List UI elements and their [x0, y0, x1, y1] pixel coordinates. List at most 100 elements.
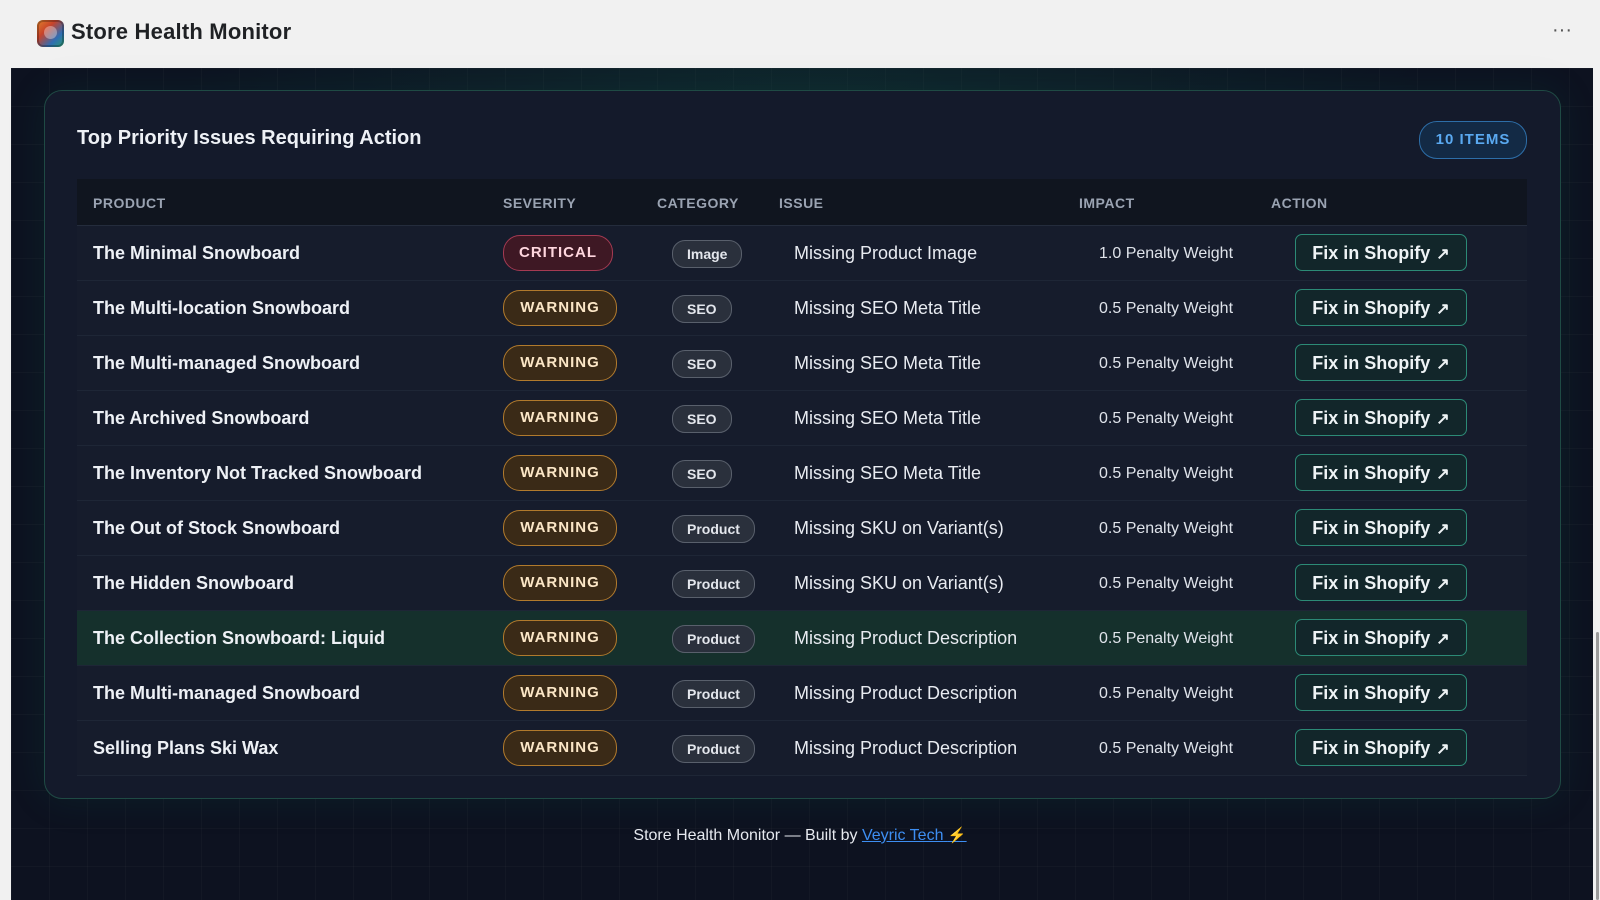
category-badge: Product [672, 625, 755, 653]
table-body: The Minimal Snowboard CRITICAL Image Missin… [77, 226, 1527, 776]
product-name: The Multi-managed Snowboard [93, 353, 361, 373]
header-impact: IMPACT [1079, 195, 1135, 211]
category-badge: SEO [672, 405, 732, 433]
issue-text: Missing SEO Meta Title [794, 353, 982, 373]
table-header: PRODUCT SEVERITY CATEGORY ISSUE IMPACT A… [77, 179, 1527, 226]
fix-in-shopify-button[interactable]: Fix in Shopify ↗ [1295, 399, 1467, 436]
category-badge: SEO [672, 350, 732, 378]
severity-badge: WARNING [503, 565, 617, 601]
product-name: The Hidden Snowboard [93, 573, 294, 593]
product-name: The Multi-location Snowboard [93, 298, 350, 318]
more-options-icon[interactable]: ··· [1548, 20, 1576, 46]
items-count-badge: 10 ITEMS [1419, 121, 1527, 159]
external-link-icon: ↗ [1436, 411, 1450, 428]
impact-text: 0.5 Penalty Weight [1099, 520, 1234, 537]
issue-text: Missing SEO Meta Title [794, 408, 982, 428]
impact-text: 0.5 Penalty Weight [1099, 410, 1234, 427]
table-row: Selling Plans Ski Wax WARNING Product Missi… [77, 721, 1527, 776]
impact-text: 0.5 Penalty Weight [1099, 465, 1234, 482]
severity-badge: WARNING [503, 510, 617, 546]
issue-text: Missing SKU on Variant(s) [794, 573, 1004, 593]
fix-button-label: Fix in Shopify [1312, 298, 1431, 318]
severity-badge: WARNING [503, 290, 617, 326]
issue-text: Missing SEO Meta Title [794, 463, 982, 483]
severity-badge: WARNING [503, 620, 617, 656]
issue-text: Missing Product Description [794, 628, 1018, 648]
footer: Store Health Monitor — Built by Veyric T… [0, 826, 1600, 845]
table-row: The Multi-managed Snowboard WARNING Produc… [77, 666, 1527, 721]
fix-in-shopify-button[interactable]: Fix in Shopify ↗ [1295, 289, 1467, 326]
severity-badge: WARNING [503, 345, 617, 381]
footer-link[interactable]: Veyric Tech ⚡ [862, 827, 967, 844]
fix-button-label: Fix in Shopify [1312, 408, 1431, 428]
category-badge: Product [672, 680, 755, 708]
fix-in-shopify-button[interactable]: Fix in Shopify ↗ [1295, 619, 1467, 656]
lightning-icon: ⚡ [947, 827, 967, 844]
external-link-icon: ↗ [1436, 521, 1450, 538]
header-severity: SEVERITY [503, 195, 577, 211]
external-link-icon: ↗ [1436, 576, 1450, 593]
issue-text: Missing SKU on Variant(s) [794, 518, 1004, 538]
fix-in-shopify-button[interactable]: Fix in Shopify ↗ [1295, 564, 1467, 601]
category-badge: SEO [672, 295, 732, 323]
footer-text: Store Health Monitor — Built by [633, 827, 858, 844]
fix-in-shopify-button[interactable]: Fix in Shopify ↗ [1295, 729, 1467, 766]
external-link-icon: ↗ [1436, 741, 1450, 758]
app-logo-icon [37, 20, 64, 47]
category-badge: Product [672, 515, 755, 543]
product-name: Selling Plans Ski Wax [93, 738, 279, 758]
external-link-icon: ↗ [1436, 686, 1450, 703]
table-row: The Collection Snowboard: Liquid WARNING P… [77, 611, 1527, 666]
fix-button-label: Fix in Shopify [1312, 628, 1431, 648]
issues-table: PRODUCT SEVERITY CATEGORY ISSUE IMPACT A… [77, 179, 1527, 776]
table-row: The Minimal Snowboard CRITICAL Image Missin… [77, 226, 1527, 281]
severity-badge: WARNING [503, 455, 617, 491]
product-name: The Minimal Snowboard [93, 243, 301, 263]
fix-in-shopify-button[interactable]: Fix in Shopify ↗ [1295, 454, 1467, 491]
external-link-icon: ↗ [1436, 246, 1450, 263]
priority-issues-card: Top Priority Issues Requiring Action 10 … [44, 90, 1561, 799]
product-name: The Multi-managed Snowboard [93, 683, 361, 703]
category-badge: SEO [672, 460, 732, 488]
impact-text: 0.5 Penalty Weight [1099, 575, 1234, 592]
external-link-icon: ↗ [1436, 466, 1450, 483]
impact-text: 0.5 Penalty Weight [1099, 355, 1234, 372]
product-name: The Collection Snowboard: Liquid [93, 628, 385, 648]
issue-text: Missing Product Image [794, 243, 978, 263]
fix-in-shopify-button[interactable]: Fix in Shopify ↗ [1295, 674, 1467, 711]
table-row: The Out of Stock Snowboard WARNING Product… [77, 501, 1527, 556]
issue-text: Missing Product Description [794, 683, 1018, 703]
severity-badge: WARNING [503, 730, 617, 766]
table-row: The Hidden Snowboard WARNING Product Missin… [77, 556, 1527, 611]
product-name: The Archived Snowboard [93, 408, 310, 428]
fix-button-label: Fix in Shopify [1312, 463, 1431, 483]
impact-text: 0.5 Penalty Weight [1099, 685, 1234, 702]
category-badge: Product [672, 570, 755, 598]
fix-in-shopify-button[interactable]: Fix in Shopify ↗ [1295, 234, 1467, 271]
fix-button-label: Fix in Shopify [1312, 683, 1431, 703]
fix-button-label: Fix in Shopify [1312, 353, 1431, 373]
app-title: Store Health Monitor [71, 19, 292, 44]
fix-in-shopify-button[interactable]: Fix in Shopify ↗ [1295, 344, 1467, 381]
severity-badge: WARNING [503, 675, 617, 711]
fix-button-label: Fix in Shopify [1312, 738, 1431, 758]
external-link-icon: ↗ [1436, 631, 1450, 648]
fix-button-label: Fix in Shopify [1312, 573, 1431, 593]
severity-badge: WARNING [503, 400, 617, 436]
category-badge: Product [672, 735, 755, 763]
impact-text: 0.5 Penalty Weight [1099, 740, 1234, 757]
header-category: CATEGORY [657, 195, 739, 211]
scrollbar-thumb[interactable] [1596, 632, 1599, 900]
table-row: The Archived Snowboard WARNING SEO Missing … [77, 391, 1527, 446]
category-badge: Image [672, 240, 743, 268]
fix-in-shopify-button[interactable]: Fix in Shopify ↗ [1295, 509, 1467, 546]
external-link-icon: ↗ [1436, 301, 1450, 318]
impact-text: 0.5 Penalty Weight [1099, 630, 1234, 647]
product-name: The Out of Stock Snowboard [93, 518, 340, 538]
table-row: The Multi-location Snowboard WARNING SEO Mi… [77, 281, 1527, 336]
issue-text: Missing Product Description [794, 738, 1018, 758]
issue-text: Missing SEO Meta Title [794, 298, 982, 318]
header-issue: ISSUE [779, 195, 824, 211]
fix-button-label: Fix in Shopify [1312, 243, 1431, 263]
impact-text: 0.5 Penalty Weight [1099, 300, 1234, 317]
